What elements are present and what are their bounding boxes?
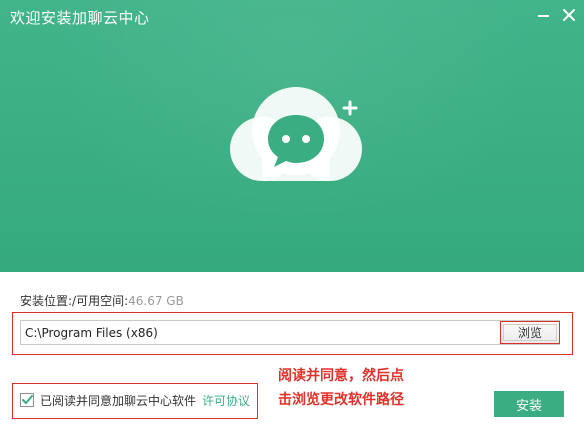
annotation-line-2: 击浏览更改软件路径 xyxy=(278,392,404,408)
annotation-line-1: 阅读并同意，然后点 xyxy=(278,368,404,384)
plus-icon xyxy=(342,100,358,116)
browse-button-inner-border xyxy=(503,324,557,341)
agree-checkbox[interactable] xyxy=(20,393,34,407)
agreement-text: 已阅读并同意加聊云中心软件 xyxy=(40,393,197,408)
license-agreement-link[interactable]: 许可协议 xyxy=(202,392,250,409)
window-title: 欢迎安装加聊云中心 xyxy=(10,9,150,27)
free-space-value: 46.67 GB xyxy=(128,294,184,308)
annotation-hint: 阅读并同意，然后点 击浏览更改软件路径 xyxy=(278,364,404,412)
space-label-text: 安装位置:/可用空间: xyxy=(20,294,129,308)
close-icon xyxy=(563,9,575,21)
install-space-label: 安装位置:/可用空间:46.67 GB xyxy=(20,292,184,309)
agreement-row: 已阅读并同意加聊云中心软件 许可协议 xyxy=(20,391,250,409)
install-path-input[interactable] xyxy=(20,320,560,345)
minimize-button[interactable] xyxy=(532,4,554,26)
minimize-icon xyxy=(537,15,549,17)
install-button[interactable]: 安装 xyxy=(494,391,564,417)
close-button[interactable] xyxy=(558,4,580,26)
header-banner: 欢迎安装加聊云中心 xyxy=(0,0,584,272)
check-icon xyxy=(21,395,33,404)
browse-button[interactable]: 浏览 xyxy=(500,321,560,344)
